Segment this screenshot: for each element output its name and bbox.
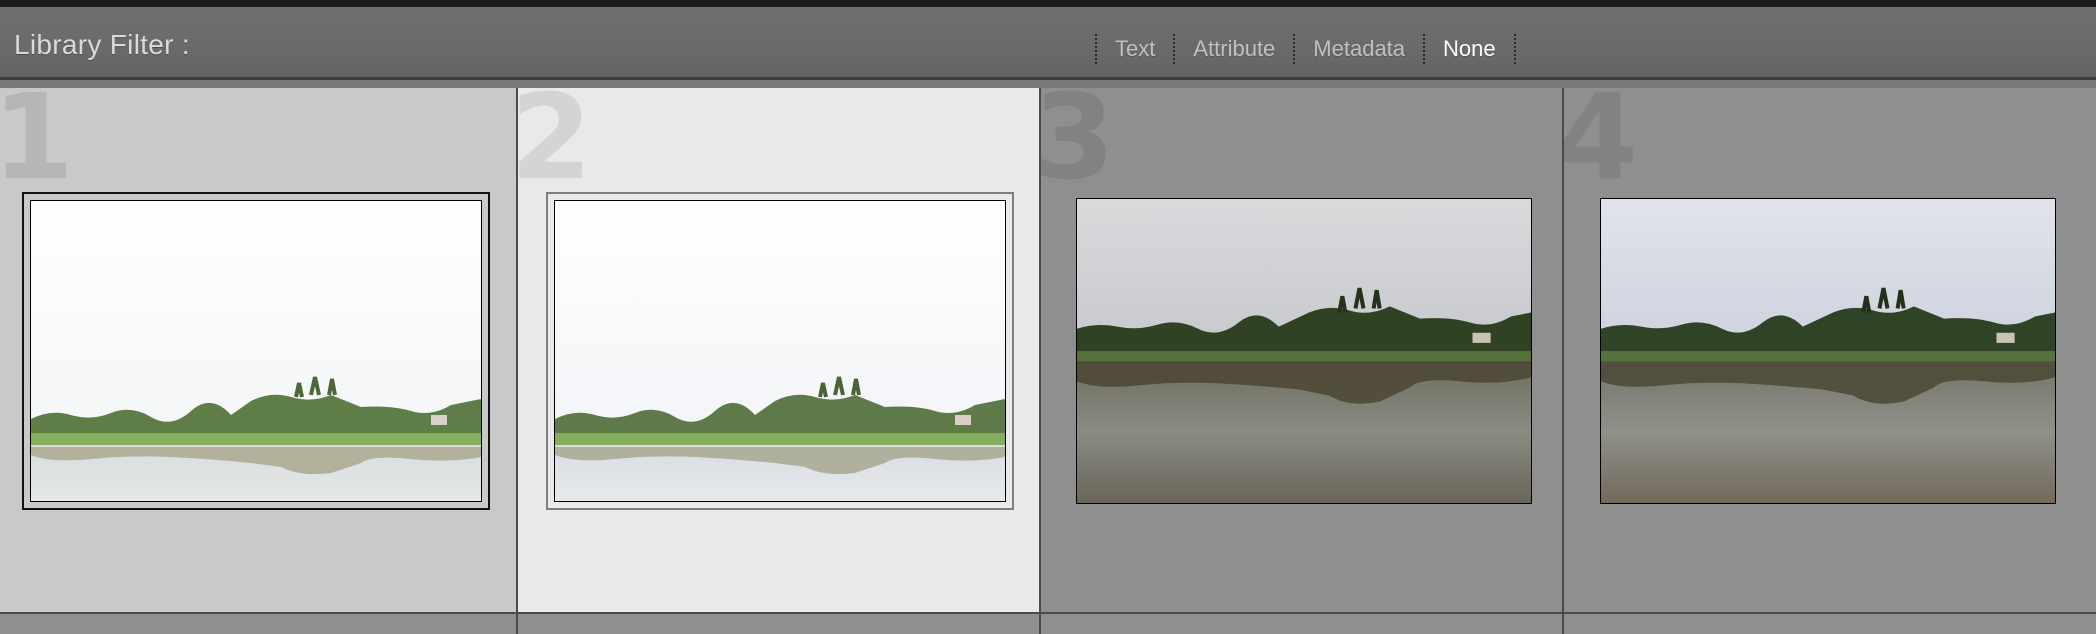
cell-index-number: 3 <box>1041 88 1116 206</box>
grid-cell[interactable]: 4 <box>1564 88 2096 612</box>
cell-index-number: 1 <box>0 88 75 206</box>
thumbnail-frame[interactable] <box>22 192 490 510</box>
library-filter-bar: Library Filter : Text Attribute Metadata… <box>0 7 2096 80</box>
library-filter-title: Library Filter : <box>14 29 190 60</box>
tab-separator <box>1423 34 1426 64</box>
cell-index-number: 4 <box>1564 88 1639 206</box>
grid-cell[interactable]: 1 <box>0 88 516 612</box>
landscape-photo-overexposed <box>31 201 481 501</box>
tab-separator <box>1095 34 1097 64</box>
tab-none[interactable]: None <box>1443 36 1496 62</box>
landscape-photo <box>1601 199 2055 503</box>
thumbnail-frame[interactable] <box>546 192 1014 510</box>
landscape-photo <box>1077 199 1531 503</box>
landscape-photo-overexposed <box>555 201 1005 501</box>
tab-separator <box>1513 34 1516 64</box>
photo-thumbnail[interactable] <box>554 200 1006 502</box>
tab-metadata[interactable]: Metadata <box>1313 36 1405 62</box>
tab-separator <box>1173 34 1176 64</box>
next-row-cell <box>1564 614 2096 634</box>
cell-index-number: 2 <box>518 88 593 206</box>
tab-text[interactable]: Text <box>1115 36 1155 62</box>
photo-thumbnail[interactable] <box>1076 198 1532 504</box>
library-filmstrip-view: Library Filter : Text Attribute Metadata… <box>0 0 2096 634</box>
next-row-cell <box>0 614 516 634</box>
next-row-cell <box>518 614 1039 634</box>
grid-cell[interactable]: 2 <box>518 88 1039 612</box>
tab-separator <box>1293 34 1296 64</box>
top-divider <box>0 0 2096 7</box>
next-row-cell <box>1041 614 1562 634</box>
photo-thumbnail[interactable] <box>30 200 482 502</box>
filter-tabs: Text Attribute Metadata None <box>1077 29 1534 69</box>
tab-attribute[interactable]: Attribute <box>1193 36 1275 62</box>
photo-thumbnail[interactable] <box>1600 198 2056 504</box>
thumbnail-grid: 1 2 3 4 <box>0 88 2096 634</box>
grid-cell[interactable]: 3 <box>1041 88 1562 612</box>
